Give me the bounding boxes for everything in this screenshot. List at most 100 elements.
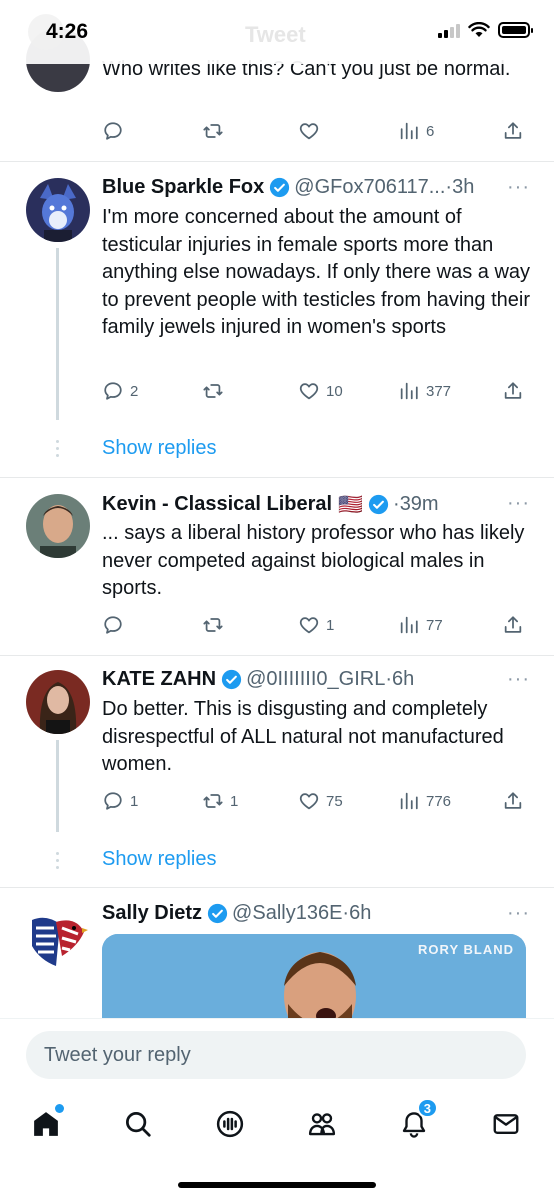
share-icon <box>504 792 522 809</box>
verified-badge-icon <box>221 669 242 690</box>
reply-count: 1 <box>130 792 139 810</box>
tweet-header: Sally Dietz @Sally136E · 6h <box>102 902 372 925</box>
like-button[interactable]: 10 <box>298 380 343 402</box>
tweet[interactable]: KATE ZAHN @0IIIIIII0_GIRL · 6h ··· Do be… <box>0 656 554 888</box>
more-options-icon[interactable]: ··· <box>507 902 530 925</box>
tweet-time[interactable]: 3h <box>452 176 474 199</box>
tweet-time[interactable]: 6h <box>349 902 371 925</box>
tweet-text: Do better. This is disgusting and comple… <box>102 698 504 775</box>
tweet-time[interactable]: 6h <box>392 668 414 691</box>
retweet-icon <box>203 384 223 398</box>
views-button[interactable]: 6 <box>398 120 434 142</box>
display-name[interactable]: Kevin - Classical Liberal <box>102 493 332 516</box>
home-icon <box>34 1112 58 1136</box>
verified-badge-icon <box>270 177 290 198</box>
tweet-actions: 2 10 377 <box>102 380 532 404</box>
avatar[interactable] <box>26 178 90 242</box>
like-button[interactable]: 1 <box>298 614 334 636</box>
reply-icon <box>104 616 122 634</box>
views-icon <box>400 792 418 810</box>
display-name[interactable]: Sally Dietz <box>102 902 202 925</box>
tweet-header: KATE ZAHN @0IIIIIII0_GIRL · 6h <box>102 668 415 691</box>
views-button[interactable]: 377 <box>398 380 451 402</box>
tweet-header: Kevin - Classical Liberal 🇺🇸 · 39m <box>102 493 439 516</box>
tweet-text: I'm more concerned about the amount of t… <box>102 206 531 338</box>
like-count: 75 <box>326 792 343 810</box>
reply-icon <box>104 122 122 140</box>
tab-search[interactable] <box>118 1104 158 1144</box>
spaces-icon <box>216 1110 244 1138</box>
reply-button[interactable] <box>102 614 124 636</box>
status-icons <box>438 22 533 38</box>
tab-home[interactable] <box>26 1104 66 1144</box>
display-name[interactable]: KATE ZAHN <box>102 668 216 691</box>
retweet-icon <box>203 794 223 808</box>
show-replies-link[interactable]: Show replies <box>102 437 217 460</box>
mail-icon <box>493 1114 519 1134</box>
home-notification-dot <box>55 1104 64 1113</box>
tweet[interactable]: Kevin - Classical Liberal 🇺🇸 · 39m ··· .… <box>0 478 554 656</box>
more-options-icon[interactable]: ··· <box>507 668 530 691</box>
user-handle[interactable]: @0IIIIIII0_GIRL <box>246 668 385 691</box>
tweet[interactable]: Blue Sparkle Fox @GFox706117... · 3h ···… <box>0 162 554 478</box>
views-count: 776 <box>426 792 452 810</box>
fox-avatar-image <box>26 178 90 242</box>
views-icon <box>400 122 418 140</box>
heart-icon <box>299 793 319 810</box>
reply-button[interactable]: 2 <box>102 380 138 402</box>
share-button[interactable] <box>502 790 524 812</box>
tweet-header: Blue Sparkle Fox @GFox706117... · 3h <box>102 176 475 199</box>
tab-notifications[interactable]: 3 <box>394 1098 438 1144</box>
reply-button[interactable]: 1 <box>102 790 138 812</box>
retweet-button[interactable] <box>202 614 224 636</box>
battery-icon <box>498 22 533 38</box>
signal-icon <box>438 22 460 38</box>
like-count: 10 <box>326 382 343 400</box>
user-handle[interactable]: @GFox706117... <box>294 176 445 199</box>
share-button[interactable] <box>502 120 524 142</box>
retweet-button[interactable] <box>202 120 224 142</box>
avatar[interactable] <box>26 670 90 734</box>
tab-communities[interactable] <box>302 1104 342 1144</box>
like-count: 1 <box>326 616 335 634</box>
us-flag-icon: 🇺🇸 <box>338 494 364 516</box>
tweet-actions: 1 1 75 776 <box>102 790 532 814</box>
user-handle[interactable]: @Sally136E <box>232 902 342 925</box>
tweet-text: ... says a liberal history professor who… <box>102 522 525 599</box>
heart-icon <box>299 383 319 400</box>
tab-messages[interactable] <box>486 1104 526 1144</box>
views-button[interactable]: 776 <box>398 790 451 812</box>
like-button[interactable] <box>298 120 320 142</box>
like-button[interactable]: 75 <box>298 790 343 812</box>
display-name[interactable]: Blue Sparkle Fox <box>102 176 264 199</box>
thread-line <box>56 740 59 832</box>
reply-input[interactable] <box>26 1031 526 1079</box>
tweet-actions: 1 77 <box>102 614 532 638</box>
retweet-button[interactable]: 1 <box>202 790 238 812</box>
avatar[interactable] <box>26 494 90 558</box>
tab-spaces[interactable] <box>210 1104 250 1144</box>
retweet-icon <box>203 618 223 632</box>
heart-icon <box>299 617 319 634</box>
search-icon <box>126 1112 151 1137</box>
share-button[interactable] <box>502 614 524 636</box>
share-button[interactable] <box>502 380 524 402</box>
retweet-button[interactable] <box>202 380 224 402</box>
share-icon <box>504 382 522 399</box>
eagle-flag-avatar-image <box>26 906 90 970</box>
reply-button[interactable] <box>102 120 124 142</box>
avatar[interactable] <box>26 906 90 970</box>
reply-bar <box>0 1018 554 1098</box>
more-options-icon[interactable]: ··· <box>507 492 530 515</box>
wifi-icon <box>468 22 490 37</box>
tweet-time[interactable]: 39m <box>400 493 439 516</box>
more-options-icon[interactable]: ··· <box>507 176 530 199</box>
retweet-icon <box>203 124 223 138</box>
views-icon <box>400 616 418 634</box>
views-button[interactable]: 77 <box>398 614 443 636</box>
communities-icon <box>308 1113 336 1136</box>
share-icon <box>504 122 522 139</box>
reply-icon <box>104 792 122 810</box>
show-replies-link[interactable]: Show replies <box>102 848 217 871</box>
views-icon <box>400 382 418 400</box>
